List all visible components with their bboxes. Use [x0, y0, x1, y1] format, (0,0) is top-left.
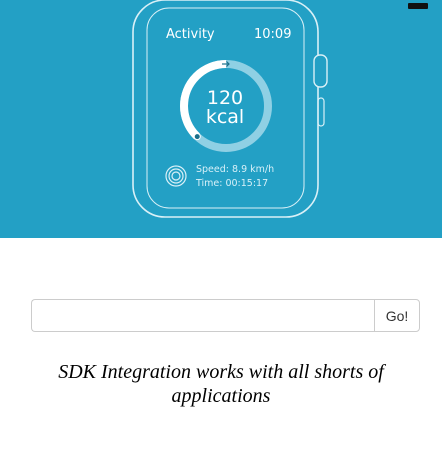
- watch-app-title: Activity: [166, 27, 215, 42]
- hero-banner: Activity 10:09 120 kcal Speed: 8.9 km/h …: [0, 0, 442, 238]
- watch-clock: 10:09: [254, 27, 292, 42]
- tagline-line-2: applications: [171, 385, 271, 407]
- calories-value: 120: [206, 87, 244, 109]
- speed-readout: Speed: 8.9 km/h: [196, 164, 275, 175]
- watch-crown: [313, 54, 328, 88]
- tagline-line-1: SDK Integration works with all shorts of: [58, 361, 384, 383]
- ring-end-marker: [193, 133, 201, 141]
- calories-unit: kcal: [205, 106, 245, 128]
- search-group: Go!: [31, 299, 420, 332]
- duration-readout: Time: 00:15:17: [196, 178, 269, 189]
- watch-side-button: [317, 97, 325, 127]
- activity-rings-icon: [165, 165, 187, 187]
- search-input[interactable]: [31, 299, 374, 332]
- tagline: SDK Integration works with all shorts of…: [0, 360, 442, 408]
- go-button[interactable]: Go!: [374, 299, 420, 332]
